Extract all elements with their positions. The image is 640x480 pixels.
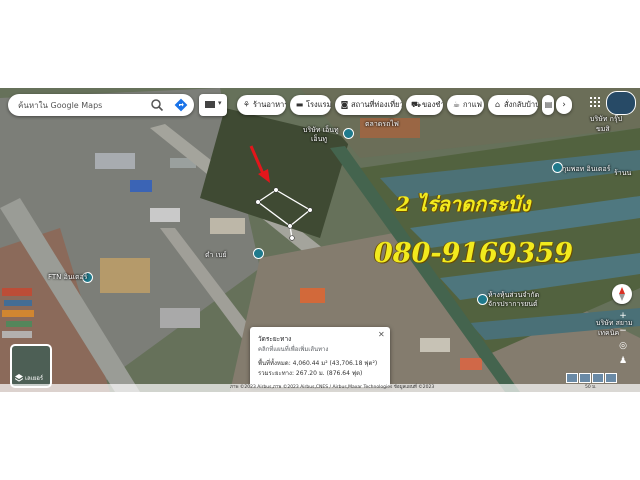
search-icon[interactable] <box>150 98 164 112</box>
cart-icon: ⛟ <box>411 100 422 109</box>
map-label[interactable]: ร้านน <box>614 168 631 179</box>
map-label[interactable]: ขมสิ <box>596 124 610 135</box>
thumbnail[interactable] <box>566 373 578 383</box>
map-label[interactable]: ตำ เบย์ <box>205 250 227 261</box>
takeout-icon: ⌂ <box>494 100 501 109</box>
compass-button[interactable] <box>612 284 632 304</box>
chip-attractions[interactable]: ◙ สถานที่ท่องเที่ยว <box>335 95 402 115</box>
measure-title: วัดระยะทาง <box>258 335 292 343</box>
place-pin[interactable] <box>253 248 264 259</box>
map-label[interactable]: ตลาดรถไฟ <box>365 119 399 130</box>
directions-icon[interactable] <box>174 98 188 112</box>
chip-partial[interactable]: ▤ <box>542 95 554 115</box>
avatar[interactable] <box>606 91 636 115</box>
bed-icon: ▬ <box>295 100 304 109</box>
close-icon[interactable]: ✕ <box>378 330 385 339</box>
imagery-thumbnails[interactable] <box>566 368 618 383</box>
chips-next-button[interactable]: › <box>556 96 572 114</box>
chip-coffee[interactable]: ☕ กาแฟ <box>447 95 484 115</box>
place-pin[interactable] <box>343 128 354 139</box>
attribution-text: ภาพ ©2023 Airbus,ภาพ ©2023 Airbus,CNES /… <box>230 385 435 390</box>
thumbnail[interactable] <box>579 373 591 383</box>
scale-label[interactable]: 50 ม. <box>585 384 597 392</box>
measure-area: พื้นที่ทั้งหมด: 4,060.44 ม² (43,706.18 ฟ… <box>258 360 378 367</box>
fork-knife-icon: ⚘ <box>242 100 251 109</box>
thumbnail[interactable] <box>605 373 617 383</box>
place-pin[interactable] <box>477 294 488 305</box>
keyboard-menu-button[interactable]: ▾ <box>199 94 227 116</box>
overlay-title: 2 ไร่ลาดกระบัง <box>396 192 531 216</box>
chevron-right-icon: › <box>562 100 566 110</box>
measure-distance: รวมระยะทาง: 267.20 ม. (876.64 ฟุต) <box>258 370 363 377</box>
measure-distance-card: วัดระยะทาง คลิกที่แผนที่เพื่อเพิ่มเส้นทา… <box>250 327 390 387</box>
list-icon: ▤ <box>544 100 553 109</box>
layers-button[interactable]: เลเยอร์ <box>10 344 52 388</box>
map-label[interactable]: จักรปราการยนต์ <box>488 299 538 310</box>
measure-hint: คลิกที่แผนที่เพื่อเพิ่มเส้นทาง <box>258 346 329 353</box>
keyboard-icon <box>205 101 215 108</box>
pegman-button[interactable]: ♟ <box>616 354 630 368</box>
chip-hotels[interactable]: ▬ โรงแรม <box>290 95 331 115</box>
compass-icon <box>619 287 625 301</box>
chip-groceries[interactable]: ⛟ของชำ <box>406 95 443 115</box>
zoom-in-button[interactable]: + <box>616 309 630 323</box>
layers-icon <box>15 374 23 382</box>
chip-takeout[interactable]: ⌂ สั่งกลับบ้าน <box>488 95 538 115</box>
plus-icon: + <box>619 311 627 321</box>
map-label[interactable]: FTN อินเตอร์ <box>48 272 88 283</box>
thumbnail[interactable] <box>592 373 604 383</box>
coffee-icon: ☕ <box>452 100 461 109</box>
minus-icon: − <box>619 326 627 336</box>
map-footer: ภาพ ©2023 Airbus,ภาพ ©2023 Airbus,CNES /… <box>0 384 640 392</box>
zoom-out-button[interactable]: − <box>616 324 630 338</box>
camera-icon: ◙ <box>340 100 349 109</box>
map-label[interactable]: กุมพอท อินเตอร์ <box>562 164 610 175</box>
search-input[interactable] <box>18 97 142 113</box>
layers-label: เลเยอร์ <box>25 375 44 382</box>
apps-grid-icon[interactable] <box>590 97 600 107</box>
pegman-icon: ♟ <box>618 356 628 366</box>
my-location-button[interactable]: ◎ <box>616 339 630 353</box>
caret-down-icon: ▾ <box>218 99 222 107</box>
satellite-map[interactable]: ตลาดรถไฟ บริษัท เอ็นทู เอ็นทู บริษัท กรุ… <box>0 88 640 392</box>
map-label[interactable]: เอ็นทู <box>311 134 327 145</box>
location-icon: ◎ <box>619 341 627 351</box>
search-box[interactable] <box>8 94 194 116</box>
overlay-phone: 080-9169359 <box>374 238 574 269</box>
chip-restaurants[interactable]: ⚘ ร้านอาหาร <box>237 95 286 115</box>
